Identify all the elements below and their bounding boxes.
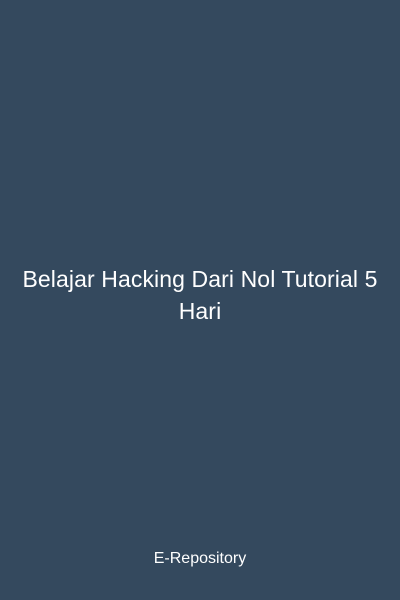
title-block: Belajar Hacking Dari Nol Tutorial 5 Hari (0, 263, 400, 327)
cover-title: Belajar Hacking Dari Nol Tutorial 5 Hari (22, 266, 378, 324)
repository-label: E-Repository (153, 550, 247, 567)
book-cover: Belajar Hacking Dari Nol Tutorial 5 Hari… (0, 0, 400, 600)
